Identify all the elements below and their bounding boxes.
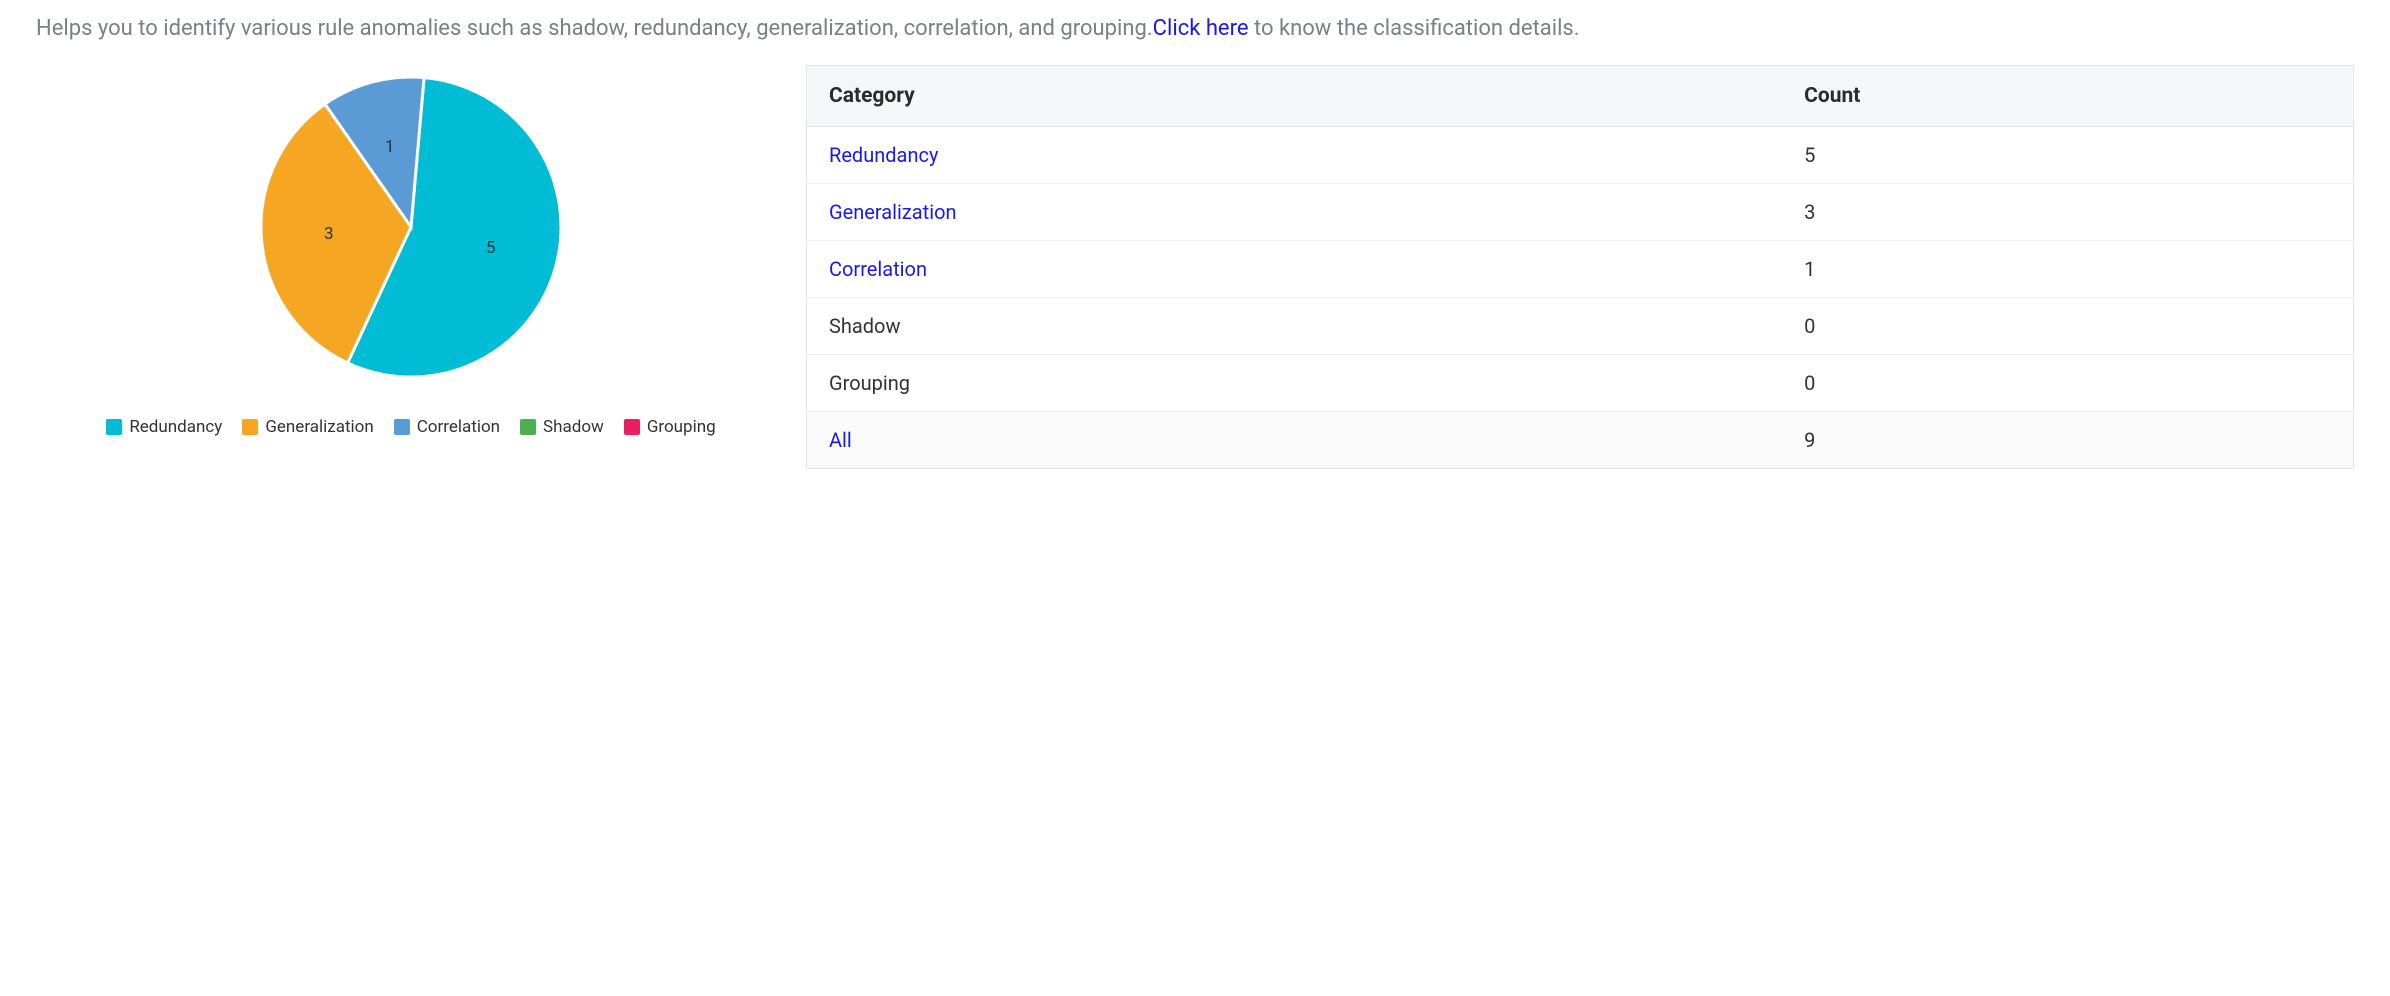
table-row: Shadow0 [807,298,2354,355]
category-cell[interactable]: Correlation [807,241,1783,298]
table-row: Redundancy5 [807,127,2354,184]
table-row: Correlation1 [807,241,2354,298]
count-cell: 3 [1782,184,2353,241]
legend-swatch [520,419,536,435]
pie-chart-panel: 531 Redundancy Generalization Correlation S… [36,65,786,437]
legend-item-grouping[interactable]: Grouping [624,417,716,437]
table-row: Grouping0 [807,355,2354,412]
legend-label: Redundancy [129,417,222,437]
legend-swatch [624,419,640,435]
pie-chart: 531 [261,77,561,377]
description-text: Helps you to identify various rule anoma… [36,16,2354,41]
legend-swatch [242,419,258,435]
anomaly-table: Category Count Redundancy5Generalization… [806,65,2354,469]
category-cell: Shadow [807,298,1783,355]
column-header-count: Count [1782,66,2353,127]
category-cell[interactable]: Generalization [807,184,1783,241]
description-prefix: Helps you to identify various rule anoma… [36,16,1153,41]
legend-item-redundancy[interactable]: Redundancy [106,417,222,437]
legend-label: Generalization [265,417,373,437]
count-cell: 5 [1782,127,2353,184]
count-cell: 1 [1782,241,2353,298]
legend-label: Correlation [417,417,500,437]
legend-label: Grouping [647,417,716,437]
table-row: Generalization3 [807,184,2354,241]
legend-swatch [106,419,122,435]
classification-details-link[interactable]: Click here [1153,16,1249,41]
category-cell[interactable]: All [807,412,1783,469]
category-cell[interactable]: Redundancy [807,127,1783,184]
legend-item-shadow[interactable]: Shadow [520,417,604,437]
count-cell: 9 [1782,412,2353,469]
legend-item-generalization[interactable]: Generalization [242,417,373,437]
legend-label: Shadow [543,417,604,437]
count-cell: 0 [1782,355,2353,412]
legend-item-correlation[interactable]: Correlation [394,417,500,437]
column-header-category: Category [807,66,1783,127]
table-row: All9 [807,412,2354,469]
chart-legend: Redundancy Generalization Correlation Shado… [106,417,715,437]
count-cell: 0 [1782,298,2353,355]
description-suffix: to know the classification details. [1249,16,1580,41]
category-cell: Grouping [807,355,1783,412]
legend-swatch [394,419,410,435]
